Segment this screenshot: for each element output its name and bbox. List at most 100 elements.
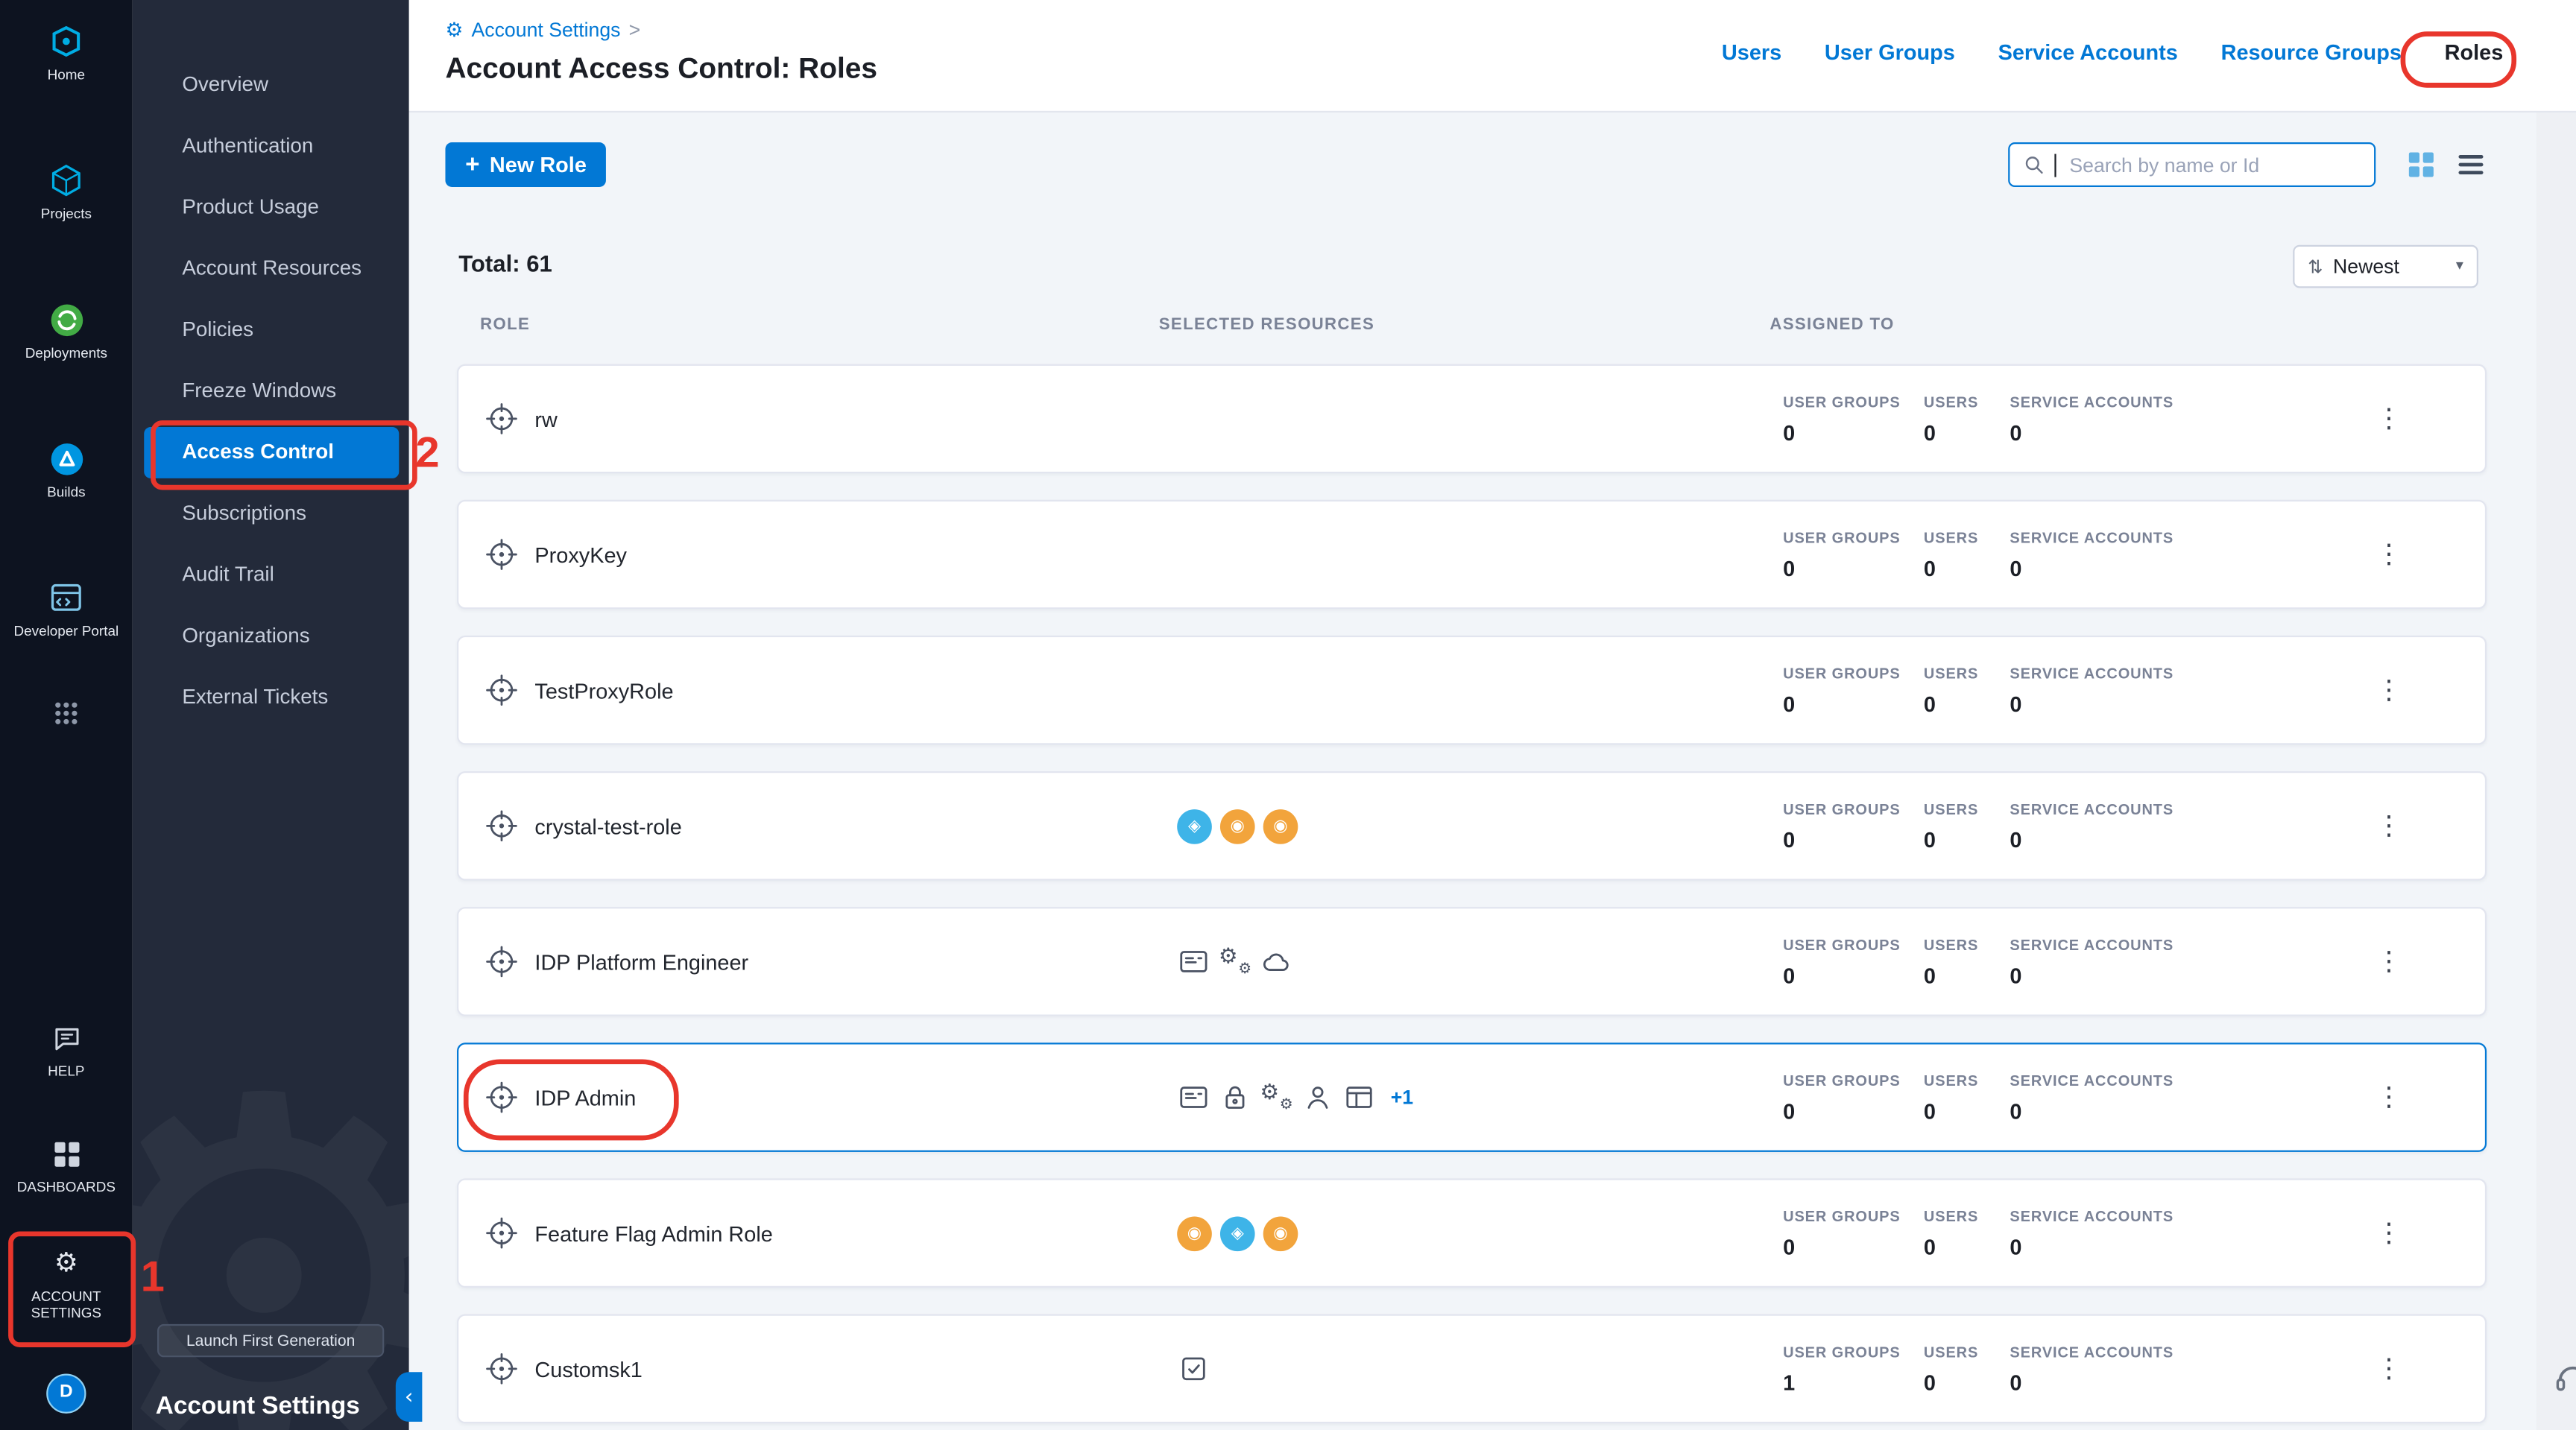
rail-item-deployments[interactable]: Deployments [0, 301, 133, 361]
resource-module-badge: ◉ [1263, 1215, 1298, 1250]
column-header-role: ROLE [480, 316, 530, 334]
stat-label: USERS [1924, 1072, 2010, 1088]
stat-value: 0 [1783, 963, 1924, 987]
role-name: IDP Admin [534, 1085, 636, 1110]
search-input[interactable] [2066, 151, 2361, 178]
sidebar-item-policies[interactable]: Policies [133, 300, 409, 361]
lock-icon [1219, 1081, 1251, 1113]
resource-module-badge: ◉ [1177, 1215, 1212, 1250]
sort-dropdown[interactable]: ⇅ Newest ▾ [2293, 245, 2478, 288]
rail-item-projects[interactable]: Projects [0, 162, 133, 222]
stat-label: USER GROUPS [1783, 936, 1924, 952]
role-target-icon [485, 674, 518, 706]
sidebar-item-overview[interactable]: Overview [133, 54, 409, 116]
role-target-icon [485, 1081, 518, 1113]
stat-value: 0 [2010, 963, 2274, 987]
stat-label: USER GROUPS [1783, 1343, 1924, 1359]
role-cell: TestProxyRole [485, 674, 1177, 706]
table-row[interactable]: IDP Platform Engineer ⚙⚙ USER GROUPS0 US… [457, 907, 2487, 1016]
stat-value: 0 [1924, 555, 2010, 580]
table-row[interactable]: Feature Flag Admin Role ◉ ◈ ◉ USER GROUP… [457, 1178, 2487, 1288]
row-menu-button[interactable]: ⋮ [2369, 534, 2408, 574]
sidebar-item-authentication[interactable]: Authentication [133, 116, 409, 177]
sort-arrows-icon: ⇅ [2308, 256, 2323, 277]
badge-glyph: ◉ [1187, 1224, 1202, 1242]
sidebar-item-subscriptions[interactable]: Subscriptions [133, 484, 409, 545]
checkbox-icon [1177, 1353, 1210, 1385]
table-row[interactable]: crystal-test-role ◈ ◉ ◉ USER GROUPS0 USE… [457, 771, 2487, 881]
rail-item-help[interactable]: HELP [0, 1019, 133, 1079]
badge-glyph: ◉ [1273, 817, 1287, 835]
resources-cell: ⚙⚙ +1 [1177, 1081, 1783, 1113]
support-headset-icon[interactable] [2551, 1357, 2576, 1400]
gear-icon: ⚙ [445, 18, 463, 41]
sidebar-item-organizations[interactable]: Organizations [133, 606, 409, 667]
stat-value: 0 [1783, 420, 1924, 444]
sidebar-item-external-tickets[interactable]: External Tickets [133, 667, 409, 728]
role-name: IDP Platform Engineer [534, 949, 748, 974]
row-menu-button[interactable]: ⋮ [2369, 1349, 2408, 1388]
sidebar-item-product-usage[interactable]: Product Usage [133, 177, 409, 238]
role-target-icon [485, 945, 518, 978]
module-rail: Home Projects Deployments Builds Develop… [0, 0, 133, 1430]
gear-watermark-icon: ⚙ [133, 1033, 409, 1430]
layout-icon [1342, 1081, 1375, 1113]
sidebar-title: Account Settings [156, 1392, 360, 1420]
table-row[interactable]: TestProxyRole USER GROUPS0 USERS0 SERVIC… [457, 636, 2487, 745]
row-menu-button[interactable]: ⋮ [2369, 942, 2408, 981]
stat-label: SERVICE ACCOUNTS [2010, 1207, 2274, 1224]
rail-item-account-settings[interactable]: ⚙ ACCOUNT SETTINGS [0, 1244, 133, 1321]
role-cell: Customsk1 [485, 1353, 1177, 1385]
avatar: D [46, 1374, 86, 1414]
row-menu-button[interactable]: ⋮ [2369, 1213, 2408, 1253]
apps-grid-icon [53, 695, 80, 732]
cloud-icon [1260, 945, 1292, 978]
role-target-icon [485, 402, 518, 435]
more-resources-badge[interactable]: +1 [1391, 1086, 1413, 1109]
table-row-idp-admin[interactable]: IDP Admin ⚙⚙ +1 USER GROUPS0 USERS0 SERV… [457, 1043, 2487, 1152]
stat-label: USERS [1924, 1207, 2010, 1224]
rail-item-developer-portal[interactable]: Developer Portal [0, 579, 133, 639]
badge-glyph: ◉ [1231, 817, 1245, 835]
tab-users[interactable]: Users [1722, 39, 1781, 64]
rail-item-profile[interactable]: D [0, 1374, 133, 1414]
breadcrumb-account-settings-link[interactable]: Account Settings [471, 18, 620, 41]
row-menu-button[interactable]: ⋮ [2369, 1078, 2408, 1117]
new-role-button[interactable]: + New Role [445, 142, 606, 187]
stat-label: USER GROUPS [1783, 1072, 1924, 1088]
table-row[interactable]: Customsk1 USER GROUPS1 USERS0 SERVICE AC… [457, 1314, 2487, 1424]
tab-roles[interactable]: Roles [2445, 39, 2504, 64]
sidebar-collapse-handle[interactable]: ‹ [396, 1372, 423, 1422]
sidebar-item-access-control[interactable]: Access Control [144, 427, 399, 478]
grid-view-icon[interactable] [2407, 151, 2435, 179]
row-menu-button[interactable]: ⋮ [2369, 806, 2408, 846]
role-target-icon [485, 1217, 518, 1250]
rail-item-all-modules[interactable] [0, 695, 133, 732]
dashboards-icon [52, 1136, 80, 1172]
rail-item-home[interactable]: Home [0, 23, 133, 83]
right-gutter [2536, 111, 2576, 1430]
tab-resource-groups[interactable]: Resource Groups [2221, 39, 2402, 64]
tab-user-groups[interactable]: User Groups [1825, 39, 1955, 64]
rail-item-builds[interactable]: Builds [0, 440, 133, 500]
stat-value: 0 [2010, 555, 2274, 580]
stat-label: USER GROUPS [1783, 665, 1924, 681]
role-name: rw [534, 406, 557, 431]
sidebar-item-freeze-windows[interactable]: Freeze Windows [133, 361, 409, 422]
rail-label: Home [48, 66, 85, 83]
table-row[interactable]: rw USER GROUPS0 USERS0 SERVICE ACCOUNTS0… [457, 364, 2487, 474]
list-view-icon[interactable] [2457, 151, 2485, 179]
stat-value: 0 [1783, 826, 1924, 851]
row-menu-button[interactable]: ⋮ [2369, 671, 2408, 710]
table-row[interactable]: ProxyKey USER GROUPS0 USERS0 SERVICE ACC… [457, 500, 2487, 610]
assigned-stats: USER GROUPS0 USERS0 SERVICE ACCOUNTS0 [1783, 1207, 2275, 1259]
rail-item-dashboards[interactable]: DASHBOARDS [0, 1136, 133, 1195]
row-menu-button[interactable]: ⋮ [2369, 399, 2408, 438]
role-name: Feature Flag Admin Role [534, 1221, 772, 1245]
sidebar-item-audit-trail[interactable]: Audit Trail [133, 545, 409, 606]
tab-service-accounts[interactable]: Service Accounts [1998, 39, 2178, 64]
sidebar-item-account-resources[interactable]: Account Resources [133, 238, 409, 300]
rail-label: Developer Portal [14, 622, 119, 639]
launch-first-generation-button[interactable]: Launch First Generation [157, 1324, 384, 1357]
rail-label: ACCOUNT SETTINGS [15, 1288, 118, 1321]
